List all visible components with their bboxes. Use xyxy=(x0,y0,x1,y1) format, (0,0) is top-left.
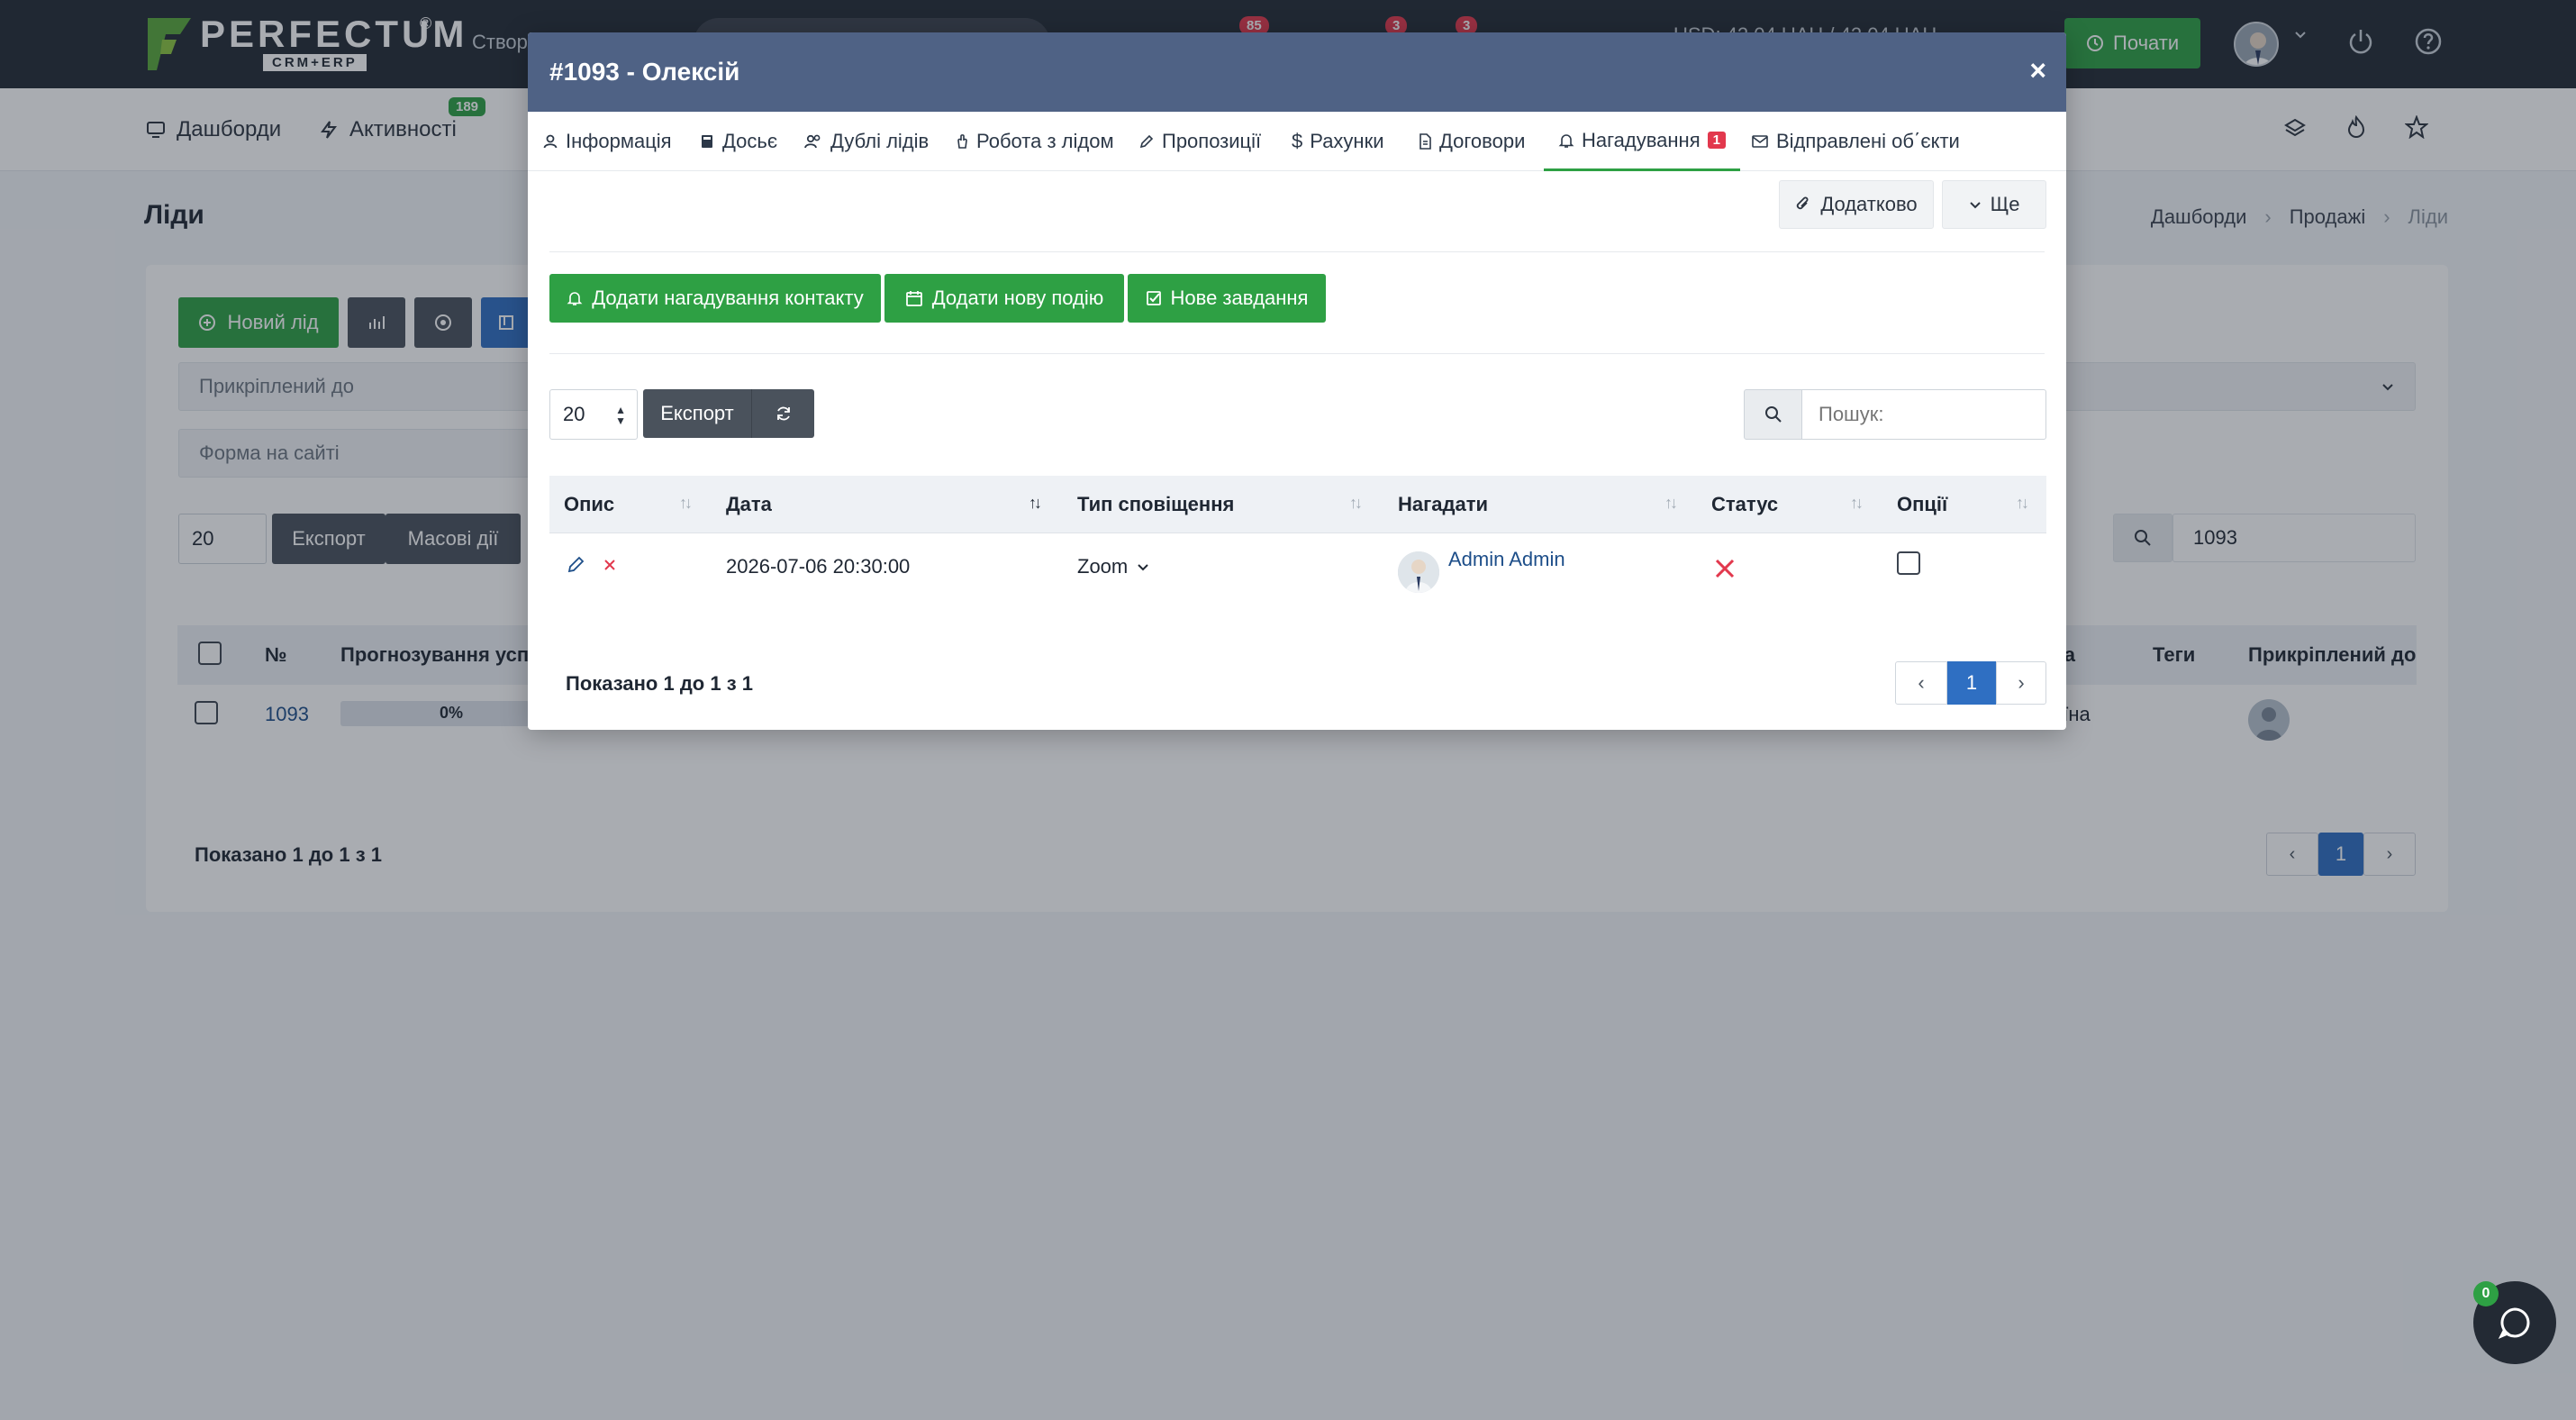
column-notification-type[interactable]: Тип сповіщення xyxy=(1077,476,1234,533)
lead-modal: #1093 - Олексій × Інформація Досьє Дублі… xyxy=(528,32,2066,730)
envelope-icon xyxy=(1751,134,1769,149)
extra-label: Додатково xyxy=(1820,193,1918,215)
bell-icon xyxy=(567,290,583,306)
add-contact-reminder-label: Додати нагадування контакту xyxy=(592,287,864,309)
reminders-shown-text: Показано 1 до 1 з 1 xyxy=(566,672,753,695)
reminders-table-header: Опис ↑↓ Дата ↑↓ Тип сповіщення ↑↓ Нагада… xyxy=(549,476,2046,533)
chevron-down-icon xyxy=(1137,560,1149,573)
divider xyxy=(549,251,2045,252)
remind-user-link[interactable]: Admin Admin xyxy=(1448,548,1565,571)
pencil-icon xyxy=(1138,133,1155,150)
refresh-icon xyxy=(775,405,793,423)
sort-icon[interactable]: ↑↓ xyxy=(1850,494,1864,513)
user-icon xyxy=(542,133,558,150)
column-date[interactable]: Дата xyxy=(726,476,772,533)
paperclip-icon xyxy=(1795,196,1811,214)
tab-label: Рахунки xyxy=(1310,130,1384,152)
chat-icon xyxy=(2497,1305,2533,1341)
sort-arrows-icon: ▲ ▼ xyxy=(615,404,626,427)
tab-information[interactable]: Інформація xyxy=(542,112,672,171)
add-contact-reminder-button[interactable]: Додати нагадування контакту xyxy=(549,274,881,323)
column-options[interactable]: Опції xyxy=(1897,476,1947,533)
extra-button[interactable]: Додатково xyxy=(1779,180,1934,229)
remind-user-avatar xyxy=(1398,551,1439,593)
calendar-icon xyxy=(905,289,923,307)
new-task-label: Нове завдання xyxy=(1170,287,1309,309)
tab-label: Досьє xyxy=(722,130,778,152)
add-event-label: Додати нову подію xyxy=(931,287,1104,309)
close-icon[interactable]: × xyxy=(2029,52,2046,88)
bell-icon xyxy=(1558,132,1574,149)
column-status[interactable]: Статус xyxy=(1711,476,1778,533)
table-row: 2026-07-06 20:30:00 Zoom Admin Admin xyxy=(549,533,2046,605)
check-square-icon xyxy=(1146,290,1162,306)
users-icon xyxy=(803,133,823,150)
reminders-search-input[interactable] xyxy=(1801,389,2046,440)
document-icon xyxy=(1418,133,1432,150)
modal-title: #1093 - Олексій xyxy=(549,58,740,86)
tab-label: Договори xyxy=(1439,130,1526,152)
sort-icon[interactable]: ↑↓ xyxy=(1349,494,1363,513)
divider xyxy=(549,353,2045,354)
chevron-down-icon xyxy=(1969,198,1982,211)
next-page-button[interactable]: › xyxy=(1996,661,2046,705)
more-label: Ще xyxy=(1990,193,2020,215)
search-icon-box xyxy=(1744,389,1803,440)
notification-type-dropdown[interactable]: Zoom xyxy=(1077,555,1149,578)
modal-header: #1093 - Олексій × xyxy=(528,32,2066,112)
more-button[interactable]: Ще xyxy=(1942,180,2046,229)
column-description[interactable]: Опис xyxy=(564,476,614,533)
add-event-button[interactable]: Додати нову подію xyxy=(884,274,1124,323)
sort-icon[interactable]: ↑↓ xyxy=(679,494,693,513)
page-1-button[interactable]: 1 xyxy=(1947,661,1996,705)
search-icon xyxy=(1764,405,1782,423)
tab-sent-objects[interactable]: Відправлені об΄єкти xyxy=(1751,112,1960,171)
notification-type-value: Zoom xyxy=(1077,555,1129,578)
tab-proposals[interactable]: Пропозиції xyxy=(1138,112,1261,171)
reminders-refresh-button[interactable] xyxy=(751,389,814,438)
hand-icon xyxy=(955,133,969,150)
delete-icon[interactable] xyxy=(602,557,618,573)
tab-duplicates[interactable]: Дублі лідів xyxy=(803,112,929,171)
row-option-checkbox[interactable] xyxy=(1897,551,1920,575)
tab-dossier[interactable]: Досьє xyxy=(699,112,777,171)
page-size-value: 20 xyxy=(563,403,585,425)
tab-label: Робота з лідом xyxy=(976,130,1114,152)
tab-label: Нагадування xyxy=(1582,128,1701,151)
modal-tabs: Інформація Досьє Дублі лідів Робота з лі… xyxy=(528,112,2066,171)
tab-lead-work[interactable]: Робота з лідом xyxy=(955,112,1114,171)
reminders-count-badge: 1 xyxy=(1707,132,1726,149)
tab-label: Пропозиції xyxy=(1162,130,1262,152)
sort-desc-icon[interactable]: ↑↓ xyxy=(1029,494,1042,513)
tab-reminders[interactable]: Нагадування 1 xyxy=(1544,112,1740,171)
status-cancelled-icon xyxy=(1713,557,1737,580)
tab-label: Відправлені об΄єкти xyxy=(1776,130,1960,152)
tab-label: Інформація xyxy=(566,130,672,152)
tab-label: Дублі лідів xyxy=(830,130,930,152)
tab-contracts[interactable]: Договори xyxy=(1418,112,1525,171)
new-task-button[interactable]: Нове завдання xyxy=(1128,274,1326,323)
chat-badge: 0 xyxy=(2473,1281,2499,1306)
book-icon xyxy=(699,133,715,150)
sort-icon[interactable]: ↑↓ xyxy=(1664,494,1678,513)
dollar-icon: $ xyxy=(1292,130,1303,152)
reminders-export-button[interactable]: Експорт xyxy=(643,389,751,438)
tab-invoices[interactable]: $ Рахунки xyxy=(1292,112,1384,171)
sort-icon[interactable]: ↑↓ xyxy=(2016,494,2029,513)
edit-icon[interactable] xyxy=(566,555,585,575)
column-remind[interactable]: Нагадати xyxy=(1398,476,1488,533)
export-label: Експорт xyxy=(660,402,734,424)
reminder-date: 2026-07-06 20:30:00 xyxy=(726,555,911,578)
reminders-page-size-select[interactable]: 20 ▲ ▼ xyxy=(549,389,638,440)
prev-page-button[interactable]: ‹ xyxy=(1895,661,1947,705)
